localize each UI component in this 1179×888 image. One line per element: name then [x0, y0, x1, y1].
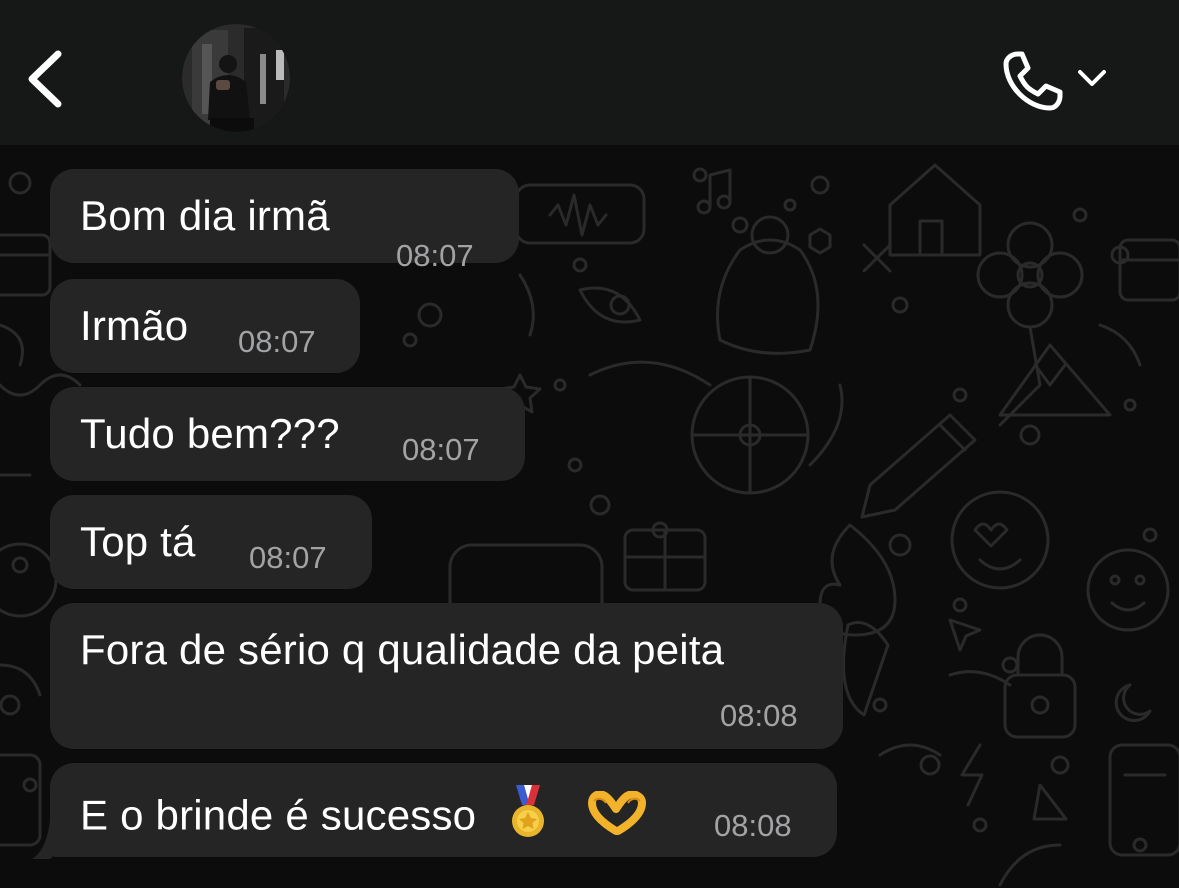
- chat-screen: Bom dia irmã 08:07 Irmão 08:07 Tudo bem?…: [0, 0, 1179, 888]
- bubble-tail: [32, 821, 54, 859]
- message-timestamp: 08:08: [720, 698, 798, 733]
- message-bubble-1[interactable]: Bom dia irmã 08:07: [50, 169, 519, 273]
- message-list: Bom dia irmã 08:07 Irmão 08:07 Tudo bem?…: [0, 145, 1179, 888]
- contact-avatar[interactable]: [182, 24, 290, 132]
- message-bubble-2[interactable]: Irmão 08:07: [50, 279, 360, 373]
- message-bubble-4[interactable]: Top tá 08:07: [50, 495, 372, 589]
- chevron-left-icon: [28, 50, 62, 108]
- back-button[interactable]: [18, 44, 78, 114]
- call-button[interactable]: [998, 46, 1116, 116]
- message-bubble-6[interactable]: E o brinde é sucesso 08:08: [50, 763, 837, 857]
- message-bubble-3[interactable]: Tudo bem??? 08:07: [50, 387, 525, 481]
- heart-hands-emoji: [587, 790, 646, 846]
- message-timestamp: 08:07: [238, 324, 316, 359]
- message-text: Bom dia irmã: [80, 192, 330, 239]
- message-text-content: E o brinde é sucesso: [80, 791, 477, 839]
- avatar-photo: [182, 24, 290, 132]
- message-text: E o brinde é sucesso: [80, 785, 646, 852]
- message-text: Top tá: [80, 518, 196, 565]
- message-text: Fora de sério q qualidade da peita: [80, 626, 725, 673]
- phone-icon: [1003, 51, 1063, 111]
- chat-header: [0, 0, 1179, 145]
- message-timestamp: 08:07: [396, 238, 474, 273]
- message-text: Tudo bem???: [80, 410, 340, 457]
- message-bubble-5[interactable]: Fora de sério q qualidade da peita 08:08: [50, 603, 843, 749]
- medal-emoji: [510, 785, 546, 852]
- chevron-down-icon: [1078, 70, 1106, 86]
- message-timestamp: 08:08: [714, 808, 792, 843]
- message-text: Irmão: [80, 302, 189, 349]
- message-timestamp: 08:07: [249, 540, 327, 575]
- message-timestamp: 08:07: [402, 432, 480, 467]
